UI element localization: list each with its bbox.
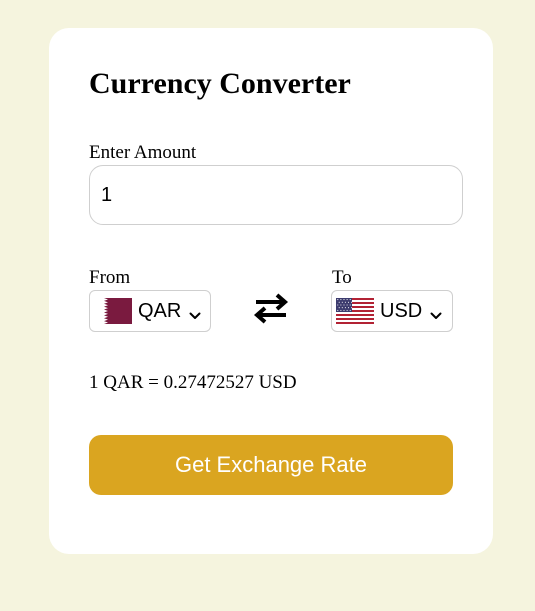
- to-currency-select[interactable]: USD: [331, 290, 453, 332]
- get-exchange-rate-button[interactable]: Get Exchange Rate: [89, 435, 453, 495]
- exchange-result: 1 QAR = 0.27472527 USD: [89, 372, 297, 393]
- converter-card: Currency Converter Enter Amount From QAR…: [49, 28, 493, 554]
- from-currency-select[interactable]: QAR: [89, 290, 211, 332]
- page-title: Currency Converter: [89, 67, 351, 100]
- amount-input[interactable]: [89, 165, 463, 225]
- to-label: To: [332, 267, 352, 288]
- amount-label: Enter Amount: [89, 142, 197, 163]
- from-label: From: [89, 267, 131, 288]
- usa-flag-icon: [336, 298, 374, 324]
- swap-arrows-icon[interactable]: [253, 292, 289, 324]
- to-currency-code: USD: [380, 299, 423, 322]
- from-currency-code: QAR: [138, 299, 182, 322]
- qatar-flag-icon: [94, 298, 132, 324]
- chevron-down-icon: [189, 307, 201, 319]
- chevron-down-icon: [430, 307, 442, 319]
